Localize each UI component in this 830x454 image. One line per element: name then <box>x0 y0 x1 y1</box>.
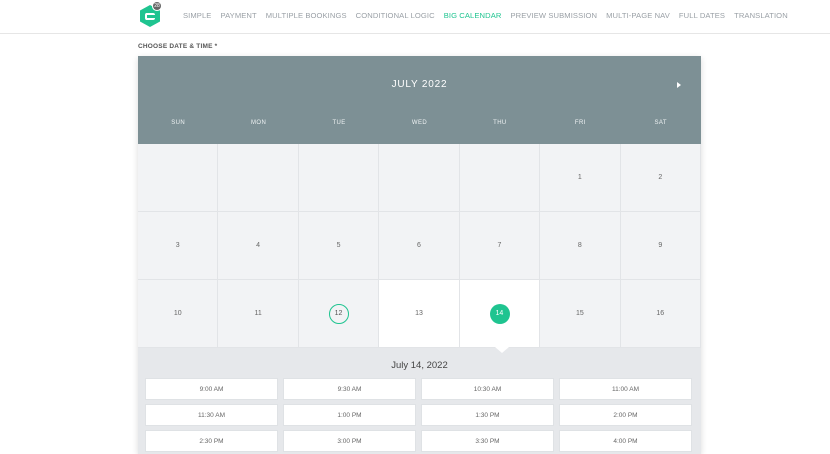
time-slot-button[interactable]: 3:30 PM <box>421 430 554 452</box>
nav-link-payment[interactable]: PAYMENT <box>220 11 256 20</box>
nav-link-translation[interactable]: TRANSLATION <box>734 11 788 20</box>
big-calendar: JULY 2022 SUN MON TUE WED THU FRI SAT 12345678… <box>138 56 701 454</box>
day-number: 5 <box>336 242 341 249</box>
calendar-day-13[interactable]: 13 <box>379 280 460 348</box>
time-slot-button[interactable]: 11:30 AM <box>145 404 278 426</box>
weekday-header-row: SUN MON TUE WED THU FRI SAT <box>138 120 701 126</box>
calendar-day-8[interactable]: 8 <box>540 212 621 280</box>
logo-badge: 28 <box>153 2 161 10</box>
date-time-field-label: CHOOSE DATE & TIME * <box>138 43 217 50</box>
time-slot-button[interactable]: 4:00 PM <box>559 430 692 452</box>
nav-link-preview-submission[interactable]: PREVIEW SUBMISSION <box>510 11 597 20</box>
time-slot-button[interactable]: 9:30 AM <box>283 378 416 400</box>
calendar-day-15[interactable]: 15 <box>540 280 621 348</box>
day-number: 15 <box>575 310 584 317</box>
nav-link-conditional-logic[interactable]: CONDITIONAL LOGIC <box>356 11 435 20</box>
day-number: 16 <box>656 310 665 317</box>
calendar-empty-cell <box>459 144 541 212</box>
calendar-empty-cell <box>379 144 460 212</box>
logo-glyph <box>145 13 155 20</box>
calendar-day-11[interactable]: 11 <box>218 280 299 348</box>
calendar-header: JULY 2022 SUN MON TUE WED THU FRI SAT <box>138 56 701 144</box>
nav-link-big-calendar[interactable]: BIG CALENDAR <box>444 11 502 20</box>
weekday-sat: SAT <box>654 120 667 126</box>
day-number: 7 <box>497 242 502 249</box>
time-slot-button[interactable]: 1:30 PM <box>421 404 554 426</box>
calendar-empty-cell <box>138 144 219 212</box>
day-number: 1 <box>577 174 582 181</box>
calendar-day-14[interactable]: 14 <box>459 280 541 348</box>
calendar-day-12[interactable]: 12 <box>298 280 380 348</box>
calendar-empty-cell <box>218 144 299 212</box>
time-slot-button[interactable]: 10:30 AM <box>421 378 554 400</box>
time-slot-button[interactable]: 1:00 PM <box>283 404 416 426</box>
calendar-day-4[interactable]: 4 <box>218 212 299 280</box>
day-number: 4 <box>256 242 261 249</box>
day-number: 6 <box>417 242 421 249</box>
gravity-forms-logo-icon[interactable]: 28 <box>140 2 164 28</box>
weekday-sun: SUN <box>171 120 186 126</box>
time-slot-button[interactable]: 3:00 PM <box>283 430 416 452</box>
calendar-day-5[interactable]: 5 <box>298 212 380 280</box>
day-number: 10 <box>173 310 182 317</box>
day-number: 8 <box>577 242 582 249</box>
weekday-mon: MON <box>251 120 267 126</box>
calendar-day-10[interactable]: 10 <box>138 280 219 348</box>
time-slot-button[interactable]: 9:00 AM <box>145 378 278 400</box>
calendar-day-1[interactable]: 1 <box>540 144 621 212</box>
weekday-wed: WED <box>411 120 428 126</box>
calendar-day-9[interactable]: 9 <box>620 212 701 280</box>
time-slots-panel: July 14, 2022 9:00 AM 9:30 AM 10:30 AM 11:0… <box>138 348 701 454</box>
weekday-thu: THU <box>493 120 507 126</box>
time-slot-button[interactable]: 11:00 AM <box>559 378 692 400</box>
day-number: 3 <box>175 242 180 249</box>
field-label-text: CHOOSE DATE & TIME <box>138 43 213 50</box>
calendar-empty-cell <box>298 144 380 212</box>
required-mark: * <box>214 43 218 50</box>
calendar-day-7[interactable]: 7 <box>459 212 541 280</box>
demo-nav: SIMPLE PAYMENT MULTIPLE BOOKINGS CONDITIONA… <box>183 11 788 20</box>
month-title: JULY 2022 <box>391 79 448 90</box>
nav-link-simple[interactable]: SIMPLE <box>183 11 211 20</box>
calendar-day-16[interactable]: 16 <box>620 280 701 348</box>
day-number: 14 <box>495 310 504 317</box>
day-number: 11 <box>254 310 262 317</box>
nav-link-multi-page-nav[interactable]: MULTI-PAGE NAV <box>606 11 670 20</box>
time-slot-button[interactable]: 2:30 PM <box>145 430 278 452</box>
weekday-fri: FRI <box>574 120 586 126</box>
calendar-day-6[interactable]: 6 <box>379 212 460 280</box>
time-slot-grid: 9:00 AM 9:30 AM 10:30 AM 11:00 AM 11:30 AM 1:… <box>145 378 696 452</box>
next-month-caret-right-icon[interactable] <box>674 81 684 91</box>
nav-link-multiple-bookings[interactable]: MULTIPLE BOOKINGS <box>266 11 347 20</box>
day-number: 13 <box>415 310 423 317</box>
day-number: 2 <box>658 174 663 181</box>
top-navigation-bar: 28 SIMPLE PAYMENT MULTIPLE BOOKINGS CONDITI… <box>0 0 830 34</box>
day-number: 9 <box>658 242 663 249</box>
time-slot-button[interactable]: 2:00 PM <box>559 404 692 426</box>
weekday-tue: TUE <box>332 120 346 126</box>
calendar-day-3[interactable]: 3 <box>138 212 219 280</box>
day-number: 12 <box>334 310 343 317</box>
selected-day-pointer <box>495 347 509 353</box>
calendar-day-2[interactable]: 2 <box>620 144 701 212</box>
nav-link-full-dates[interactable]: FULL DATES <box>679 11 725 20</box>
selected-date-label: July 14, 2022 <box>391 360 448 371</box>
